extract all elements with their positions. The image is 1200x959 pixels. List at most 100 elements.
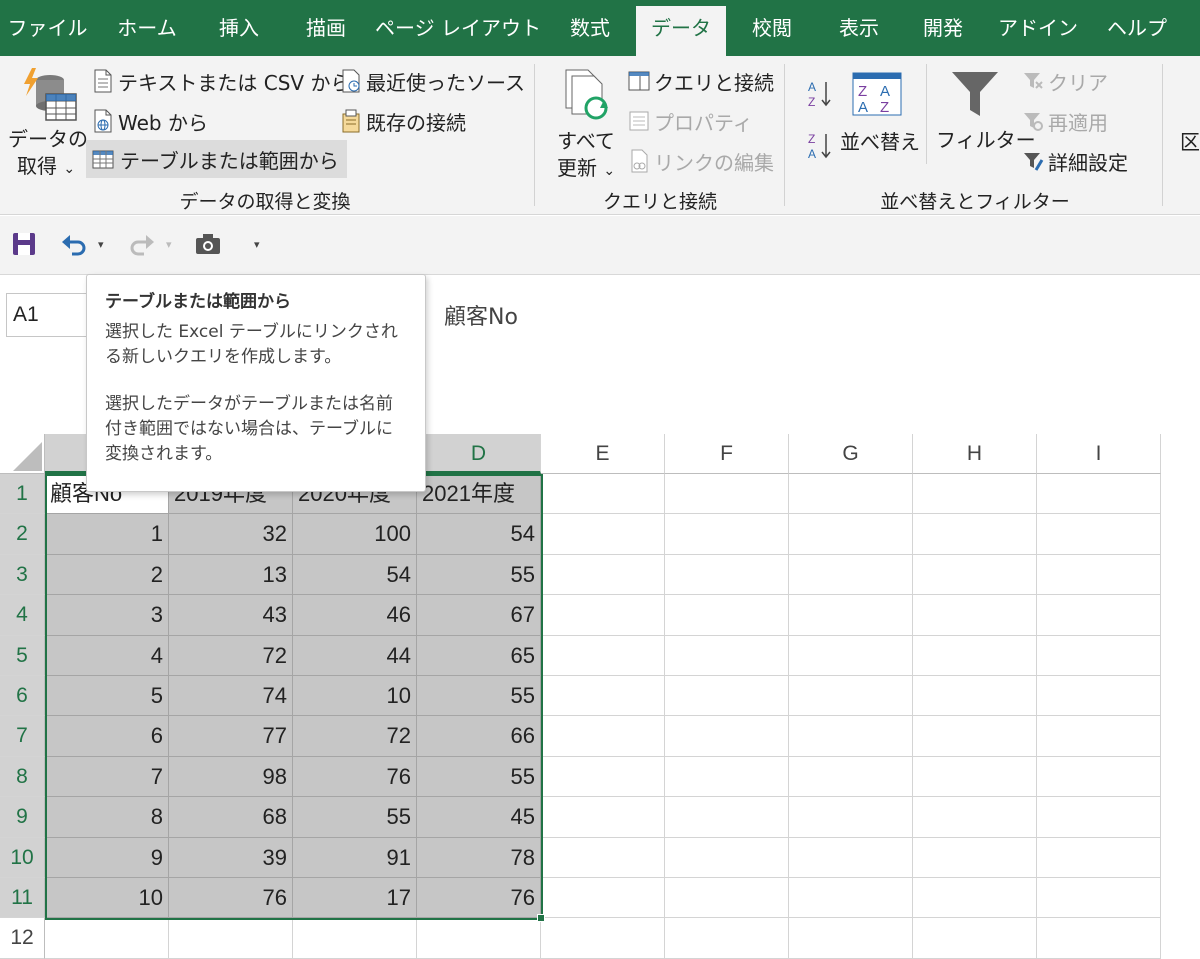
cell[interactable] (665, 918, 789, 959)
row-header[interactable]: 12 (0, 918, 45, 959)
reapply-button[interactable]: 再適用 (1022, 106, 1108, 136)
cell[interactable] (665, 676, 789, 717)
cell[interactable] (789, 595, 913, 636)
table-data-cell[interactable]: 74 (169, 676, 293, 717)
cell[interactable] (665, 514, 789, 555)
row-header[interactable]: 1 (0, 474, 45, 515)
table-data-cell[interactable]: 76 (169, 878, 293, 919)
cell[interactable] (789, 676, 913, 717)
cell[interactable] (913, 554, 1037, 596)
properties-button[interactable]: プロパティ (628, 106, 753, 136)
recent-sources-button[interactable]: 最近使ったソース (340, 66, 525, 96)
cell[interactable] (913, 595, 1037, 636)
cell[interactable] (665, 474, 789, 515)
tab-9[interactable]: 開発 (903, 6, 983, 56)
row-header[interactable]: 5 (0, 635, 45, 676)
table-data-cell[interactable]: 17 (293, 878, 417, 919)
cell[interactable] (913, 797, 1037, 838)
camera-icon[interactable] (194, 230, 222, 258)
save-icon[interactable] (10, 230, 38, 258)
cell[interactable] (913, 837, 1037, 878)
cell[interactable] (541, 474, 665, 515)
cell[interactable] (1037, 837, 1161, 878)
table-data-cell[interactable]: 55 (417, 676, 541, 717)
cell[interactable] (665, 716, 789, 757)
cell[interactable] (1037, 554, 1161, 596)
edit-links-button[interactable]: リンクの編集 (628, 146, 774, 176)
cell[interactable] (789, 514, 913, 555)
cell[interactable] (1037, 635, 1161, 676)
table-data-cell[interactable]: 54 (417, 514, 541, 555)
table-data-cell[interactable]: 4 (45, 635, 169, 676)
sort-descending-icon[interactable]: Z A (806, 130, 834, 164)
cell[interactable] (913, 514, 1037, 555)
next-group-fragment[interactable]: 区 (1180, 126, 1200, 155)
cell[interactable] (1037, 878, 1161, 919)
row-header[interactable]: 11 (0, 878, 45, 919)
cell[interactable] (665, 797, 789, 838)
table-data-cell[interactable]: 13 (169, 554, 293, 596)
cell[interactable] (45, 918, 169, 959)
table-data-cell[interactable]: 46 (293, 595, 417, 636)
cell[interactable] (789, 554, 913, 596)
cell[interactable] (293, 918, 417, 959)
cell[interactable] (665, 756, 789, 798)
cell[interactable] (913, 474, 1037, 515)
column-header-h[interactable]: H (913, 434, 1037, 474)
cell[interactable] (1037, 918, 1161, 959)
column-header-i[interactable]: I (1037, 434, 1161, 474)
table-data-cell[interactable]: 76 (293, 756, 417, 798)
table-data-cell[interactable]: 54 (293, 554, 417, 596)
filter-button[interactable]: フィルター (932, 66, 1036, 162)
formula-content[interactable]: 顧客No (444, 299, 518, 331)
table-data-cell[interactable]: 5 (45, 676, 169, 717)
tab-6[interactable]: データ (636, 6, 726, 56)
table-data-cell[interactable]: 72 (169, 635, 293, 676)
cell[interactable] (541, 716, 665, 757)
sort-button[interactable]: Z A A Z 並べ替え (836, 70, 920, 156)
existing-connections-button[interactable]: 既存の接続 (340, 106, 466, 136)
table-data-cell[interactable]: 45 (417, 797, 541, 838)
row-header[interactable]: 7 (0, 716, 45, 757)
table-data-cell[interactable]: 55 (293, 797, 417, 838)
table-data-cell[interactable]: 7 (45, 756, 169, 798)
row-header[interactable]: 8 (0, 756, 45, 798)
table-data-cell[interactable]: 9 (45, 837, 169, 878)
table-data-cell[interactable]: 10 (45, 878, 169, 919)
cell[interactable] (541, 918, 665, 959)
cell[interactable] (541, 514, 665, 555)
row-header[interactable]: 6 (0, 676, 45, 717)
table-header-cell[interactable]: 2021年度 (417, 474, 541, 515)
cell[interactable] (789, 797, 913, 838)
cell[interactable] (665, 635, 789, 676)
tab-4[interactable]: ページ レイアウト (373, 6, 543, 56)
tab-1[interactable]: ホーム (101, 6, 193, 56)
select-all-corner[interactable] (0, 434, 45, 474)
cell[interactable] (1037, 756, 1161, 798)
cell[interactable] (541, 554, 665, 596)
table-data-cell[interactable]: 2 (45, 554, 169, 596)
cell[interactable] (913, 756, 1037, 798)
table-data-cell[interactable]: 68 (169, 797, 293, 838)
from-web-button[interactable]: Web から (92, 106, 208, 136)
tab-8[interactable]: 表示 (818, 6, 900, 56)
cell[interactable] (541, 797, 665, 838)
table-data-cell[interactable]: 55 (417, 756, 541, 798)
cell[interactable] (789, 756, 913, 798)
redo-icon[interactable] (128, 230, 156, 258)
table-data-cell[interactable]: 6 (45, 716, 169, 757)
table-data-cell[interactable]: 3 (45, 595, 169, 636)
advanced-filter-button[interactable]: 詳細設定 (1022, 146, 1128, 176)
cell[interactable] (913, 635, 1037, 676)
row-header[interactable]: 3 (0, 554, 45, 596)
cell[interactable] (665, 554, 789, 596)
row-header[interactable]: 10 (0, 837, 45, 878)
tab-2[interactable]: 挿入 (199, 6, 279, 56)
table-data-cell[interactable]: 8 (45, 797, 169, 838)
cell[interactable] (169, 918, 293, 959)
table-data-cell[interactable]: 1 (45, 514, 169, 555)
refresh-all-button[interactable]: すべて 更新 ⌄ (546, 62, 626, 184)
cell[interactable] (789, 474, 913, 515)
cell[interactable] (541, 595, 665, 636)
table-data-cell[interactable]: 77 (169, 716, 293, 757)
